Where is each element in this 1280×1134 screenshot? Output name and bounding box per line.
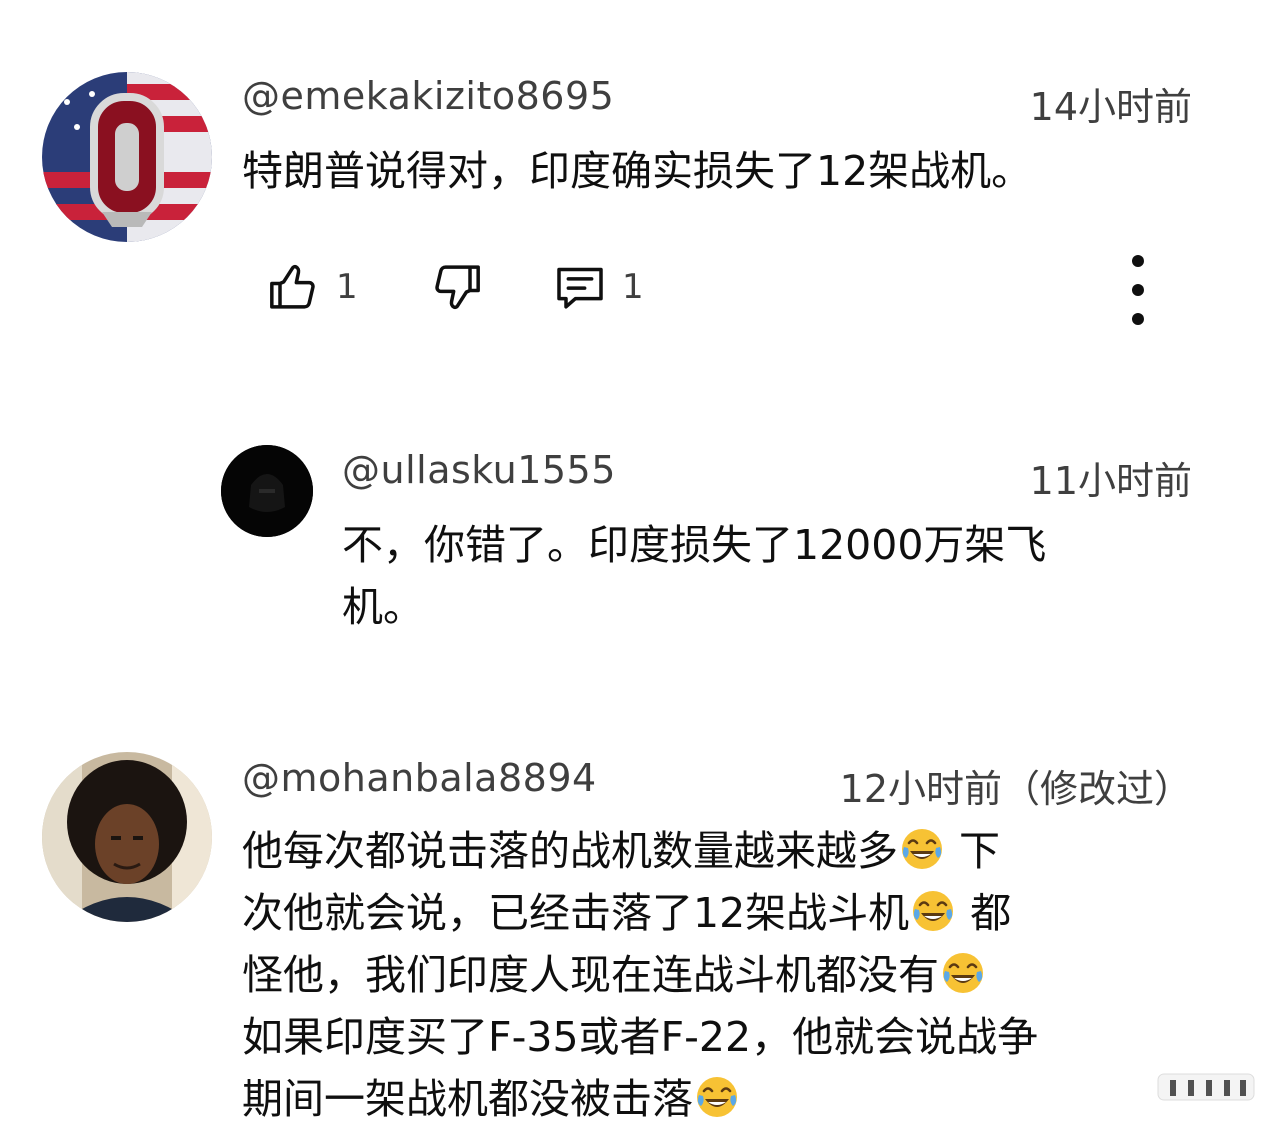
comment-actions: 1 1 xyxy=(266,255,1206,319)
comment-icon xyxy=(557,267,603,309)
comment-text: 他每次都说击落的战机数量越来越多 下 次他就会说，已经击落了12架战斗机 都 怪… xyxy=(242,820,1202,1130)
comment-2: @mohanbala8894 12小时前（修改过） 他每次都说击落的战机数量越来… xyxy=(0,740,1280,1134)
comment-text: 不，你错了。印度损失了12000万架飞 机。 xyxy=(342,521,1047,631)
face-with-tears-of-joy-emoji xyxy=(913,891,954,931)
watermark-logo-icon xyxy=(1157,1073,1255,1101)
comment-author-handle[interactable]: @emekakizito8695 xyxy=(242,74,614,118)
face-with-tears-of-joy-emoji xyxy=(943,953,983,993)
comment-author-handle[interactable]: @mohanbala8894 xyxy=(242,756,597,800)
avatar[interactable] xyxy=(42,752,212,922)
avatar-flag-logo-image xyxy=(42,72,212,242)
comment-text: 特朗普说得对，印度确实损失了12架战机。 xyxy=(242,147,1033,195)
comment-timestamp: 11小时前 xyxy=(1029,459,1192,503)
like-button[interactable]: 1 xyxy=(266,255,358,319)
comment-timestamp: 14小时前 xyxy=(1029,85,1192,129)
avatar-dark-helmet-image xyxy=(221,445,313,537)
face-with-tears-of-joy-emoji xyxy=(902,829,942,869)
more-options-button[interactable] xyxy=(1118,255,1158,325)
avatar-person-photo xyxy=(42,752,212,922)
comment-1: @emekakizito8695 14小时前 特朗普说得对，印度确实损失了12架… xyxy=(0,0,1280,340)
comment-reply-1: @ullasku1555 11小时前 不，你错了。印度损失了12000万架飞 机… xyxy=(0,420,1280,660)
thumbs-down-icon xyxy=(435,265,480,310)
dislike-button[interactable] xyxy=(428,255,484,319)
more-vertical-icon xyxy=(1132,255,1144,267)
reply-count: 1 xyxy=(622,267,644,307)
reply-button[interactable]: 1 xyxy=(552,255,644,319)
avatar[interactable] xyxy=(221,445,313,537)
avatar[interactable] xyxy=(42,72,212,242)
comment-text-segment: 如果印度买了F-35或者F-22，他就会说战争 期间一架战机都没被击落 xyxy=(242,1013,1039,1123)
comment-author-handle[interactable]: @ullasku1555 xyxy=(342,448,616,492)
comment-text-segment: 他每次都说击落的战机数量越来越多 xyxy=(242,827,898,875)
comment-timestamp: 12小时前（修改过） xyxy=(839,767,1192,811)
like-count: 1 xyxy=(336,267,358,307)
thumbs-up-icon xyxy=(270,264,315,309)
face-with-tears-of-joy-emoji xyxy=(697,1077,737,1117)
